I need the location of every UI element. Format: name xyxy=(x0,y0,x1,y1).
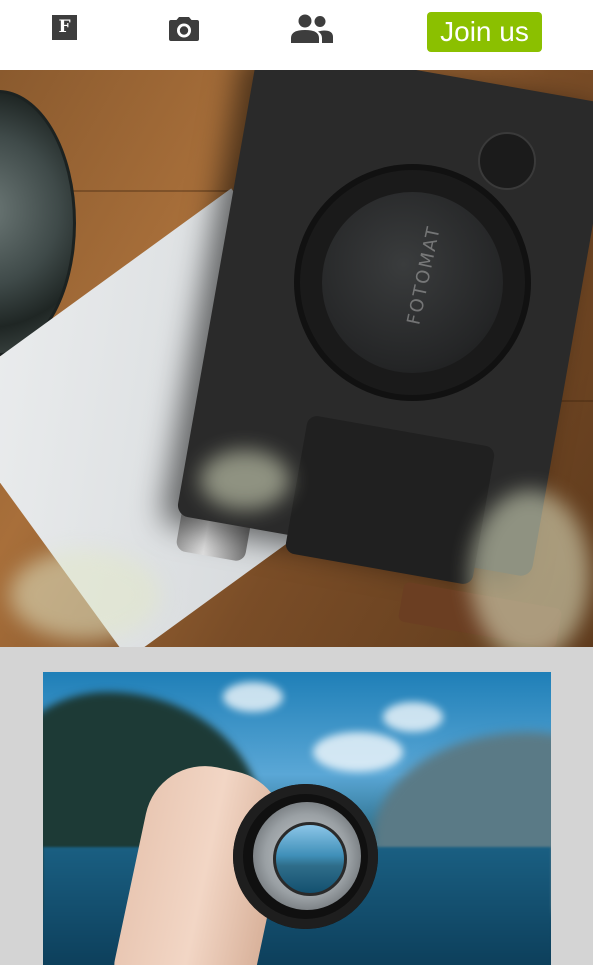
logo-f-icon[interactable]: F xyxy=(52,15,77,40)
people-icon[interactable] xyxy=(290,12,334,44)
lens-landscape-photo xyxy=(43,672,551,965)
cloud xyxy=(313,732,403,772)
blurred-foliage xyxy=(470,490,590,647)
blurred-foliage xyxy=(200,450,290,510)
cloud xyxy=(223,682,283,712)
lens-glass xyxy=(273,822,347,896)
camera-icon[interactable] xyxy=(168,13,200,43)
blurred-foliage xyxy=(10,550,160,640)
camera-icon-svg xyxy=(169,17,199,41)
cloud xyxy=(383,702,443,732)
camera-dial xyxy=(478,132,536,190)
hero-camera-photo: FOTOMAT xyxy=(0,70,593,647)
people-icon-svg xyxy=(291,14,333,43)
top-nav-bar: F Join us xyxy=(0,0,593,71)
join-us-button[interactable]: Join us xyxy=(427,12,542,52)
